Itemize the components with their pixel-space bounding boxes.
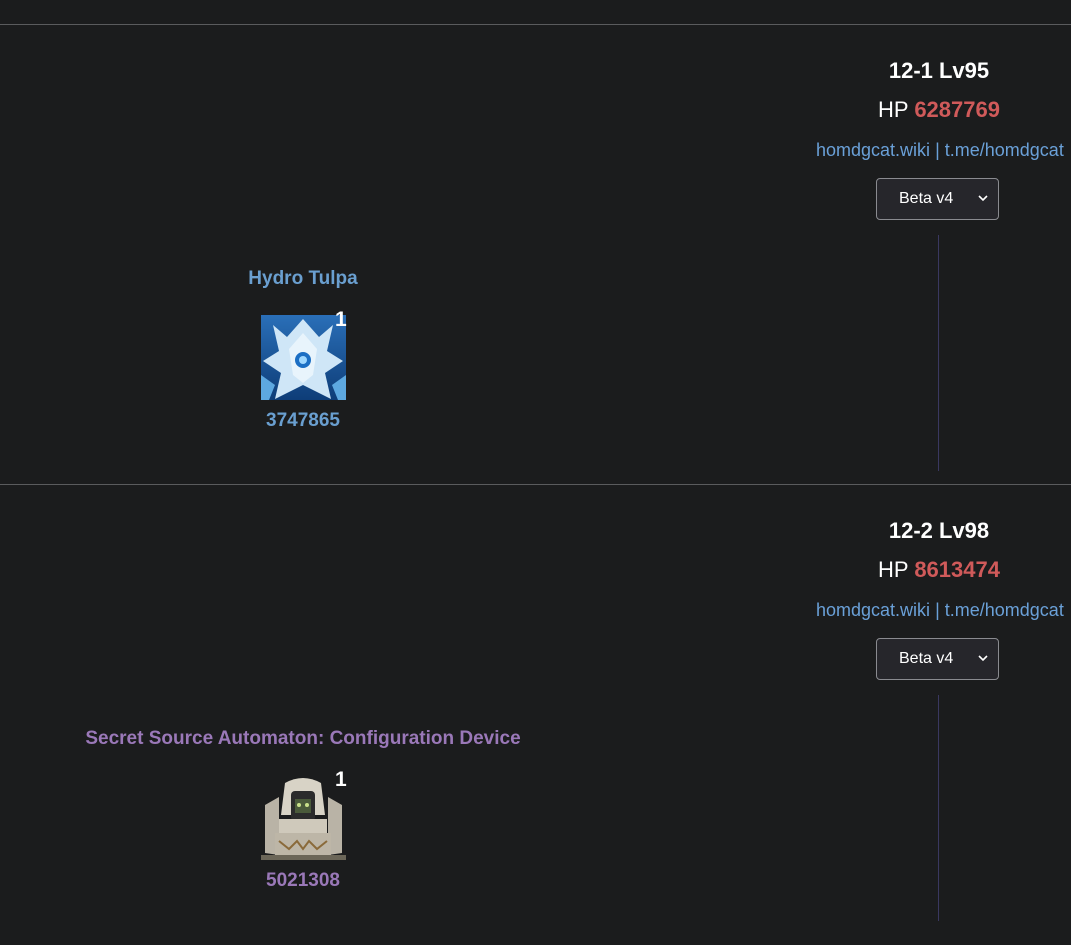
stage-block-1: 12-1 Lv95 HP 6287769 homdgcat.wiki | t.m… <box>0 25 1071 485</box>
enemy-hp: 5021308 <box>266 870 340 891</box>
chevron-down-icon <box>978 649 988 670</box>
link-separator: | <box>935 600 940 620</box>
stage-title: 12-2 Lv98 <box>888 518 990 543</box>
hydro-tulpa-portrait-icon[interactable] <box>261 315 346 400</box>
telegram-link[interactable]: t.me/homdgcat <box>945 140 1064 160</box>
telegram-link[interactable]: t.me/homdgcat <box>945 600 1064 620</box>
stage-hp: HP 6287769 <box>816 97 1062 123</box>
version-select[interactable]: Beta v4 <box>876 178 999 220</box>
stage-block-2: 12-2 Lv98 HP 8613474 homdgcat.wiki | t.m… <box>0 485 1071 945</box>
version-select-value: Beta v4 <box>899 190 954 207</box>
enemy-name[interactable]: Hydro Tulpa <box>203 268 403 290</box>
wave-timeline-line <box>938 695 939 921</box>
stage-hp: HP 8613474 <box>816 557 1062 583</box>
stage-title: 12-1 Lv95 <box>888 58 990 83</box>
wiki-link[interactable]: homdgcat.wiki <box>816 140 930 160</box>
version-select[interactable]: Beta v4 <box>876 638 999 680</box>
enemy-count: 1 <box>335 308 347 331</box>
site-links: homdgcat.wiki | t.me/homdgcat <box>816 600 1064 621</box>
hp-value: 6287769 <box>914 97 1000 122</box>
enemy-count: 1 <box>335 768 347 791</box>
enemy-name[interactable]: Secret Source Automaton: Configuration D… <box>78 728 528 750</box>
chevron-down-icon <box>978 189 988 210</box>
hp-value: 8613474 <box>914 557 1000 582</box>
link-separator: | <box>935 140 940 160</box>
site-links: homdgcat.wiki | t.me/homdgcat <box>816 140 1064 161</box>
automaton-portrait-icon[interactable] <box>261 775 346 860</box>
version-select-value: Beta v4 <box>899 650 954 667</box>
wave-timeline-line <box>938 235 939 471</box>
enemy-hp: 3747865 <box>266 410 340 431</box>
wiki-link[interactable]: homdgcat.wiki <box>816 600 930 620</box>
hp-label: HP <box>878 97 909 122</box>
hp-label: HP <box>878 557 909 582</box>
